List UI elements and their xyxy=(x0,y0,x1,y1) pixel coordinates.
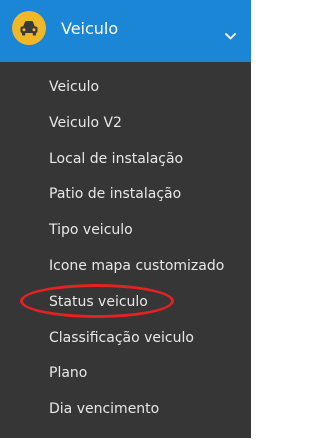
menu-group-header-veiculo[interactable]: Veiculo xyxy=(0,0,251,62)
submenu-item-dia-vencimento[interactable]: Dia vencimento xyxy=(0,391,251,427)
submenu-item-icone-mapa-customizado[interactable]: Icone mapa customizado xyxy=(0,248,251,284)
chevron-down-icon[interactable] xyxy=(225,25,236,44)
submenu-item-tipo-veiculo[interactable]: Tipo veiculo xyxy=(0,212,251,248)
submenu-list: Veiculo Veiculo V2 Local de instalação P… xyxy=(0,69,251,427)
sidebar-frame: Veiculo Veiculo Veiculo V2 Local de inst… xyxy=(0,0,255,442)
submenu-item-veiculo-v2[interactable]: Veiculo V2 xyxy=(0,105,251,141)
menu-group-title: Veiculo xyxy=(61,19,119,38)
submenu-item-veiculo[interactable]: Veiculo xyxy=(0,69,251,105)
car-icon xyxy=(12,11,46,45)
sidebar-menu-panel: Veiculo Veiculo Veiculo V2 Local de inst… xyxy=(0,0,251,438)
submenu-item-plano[interactable]: Plano xyxy=(0,355,251,391)
submenu-item-local-de-instalacao[interactable]: Local de instalação xyxy=(0,141,251,177)
submenu-item-classificacao-veiculo[interactable]: Classificação veiculo xyxy=(0,320,251,356)
submenu-item-status-veiculo[interactable]: Status veiculo xyxy=(0,284,251,320)
submenu-item-patio-de-instalacao[interactable]: Patio de instalação xyxy=(0,176,251,212)
